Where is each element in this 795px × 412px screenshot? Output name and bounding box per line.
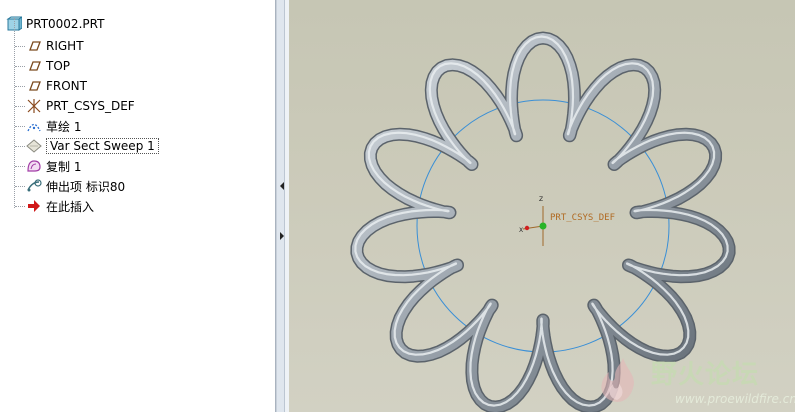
axis-x-label: X bbox=[519, 227, 523, 234]
tree-item-insert-here[interactable]: 在此插入 bbox=[26, 196, 94, 216]
watermark-text: 野火论坛 bbox=[651, 360, 760, 390]
graphics-viewport[interactable]: X Z Y PRT_CSYS_DEF 野火论坛 www.proewildfire… bbox=[289, 0, 795, 412]
tree-branch bbox=[15, 186, 25, 187]
tree-item-label: TOP bbox=[46, 59, 71, 73]
coordinate-system-icon bbox=[26, 98, 42, 114]
tree-branch bbox=[15, 106, 25, 107]
tree-item-copy[interactable]: 复制 1 bbox=[26, 156, 81, 176]
watermark: 野火论坛 www.proewildfire.cn bbox=[583, 350, 795, 412]
sketch-icon bbox=[26, 118, 42, 134]
tree-item-top[interactable]: TOP bbox=[26, 56, 70, 76]
tree-branch bbox=[15, 86, 25, 87]
csys-x-dot bbox=[524, 225, 530, 231]
expand-right-arrow-icon[interactable] bbox=[279, 232, 285, 243]
tree-item-protrusion[interactable]: 伸出项 标识80 bbox=[26, 176, 125, 196]
datum-plane-icon bbox=[26, 38, 42, 54]
coordinate-system-marker: X Z Y PRT_CSYS_DEF bbox=[519, 196, 615, 246]
insert-here-arrow-icon bbox=[26, 198, 42, 214]
tree-branch bbox=[15, 166, 25, 167]
tree-root[interactable]: PRT0002.PRT bbox=[6, 14, 104, 34]
tree-branch bbox=[15, 126, 25, 127]
csys-label: PRT_CSYS_DEF bbox=[550, 213, 615, 223]
tree-item-var-sect-sweep[interactable]: Var Sect Sweep 1 bbox=[26, 136, 159, 156]
tree-item-right[interactable]: RIGHT bbox=[26, 36, 84, 56]
tree-root-label: PRT0002.PRT bbox=[26, 17, 105, 31]
tree-item-sketch[interactable]: 草绘 1 bbox=[26, 116, 81, 136]
tree-item-label: 草绘 1 bbox=[46, 119, 82, 134]
axis-z-label: Z bbox=[539, 196, 543, 203]
tree-item-csys[interactable]: PRT_CSYS_DEF bbox=[26, 96, 135, 116]
datum-plane-icon bbox=[26, 78, 42, 94]
tree-item-label: PRT_CSYS_DEF bbox=[46, 99, 135, 113]
watermark-url: www.proewildfire.cn bbox=[675, 392, 795, 406]
tree-branch bbox=[15, 66, 25, 67]
var-sect-sweep-icon bbox=[26, 138, 42, 154]
datum-plane-icon bbox=[26, 58, 42, 74]
tree-item-label: 伸出项 标识80 bbox=[46, 179, 126, 194]
copy-feature-icon bbox=[26, 158, 42, 174]
model-tree: PRT0002.PRT RIGHT TOP FRONT PRT_CSYS_DEF… bbox=[0, 0, 276, 412]
tree-item-label: FRONT bbox=[46, 79, 87, 93]
tree-item-label: 在此插入 bbox=[46, 199, 95, 214]
panel-splitter[interactable] bbox=[276, 0, 290, 412]
tree-item-label: RIGHT bbox=[46, 39, 84, 53]
flame-logo-icon bbox=[601, 358, 634, 402]
collapse-left-arrow-icon[interactable] bbox=[279, 182, 285, 193]
tree-branch bbox=[15, 46, 25, 47]
tree-item-label: Var Sect Sweep 1 bbox=[46, 138, 159, 154]
tree-item-label: 复制 1 bbox=[46, 159, 82, 174]
tree-branch bbox=[15, 206, 25, 207]
protrusion-icon bbox=[26, 178, 42, 194]
tree-item-front[interactable]: FRONT bbox=[26, 76, 87, 96]
tree-branch bbox=[15, 146, 25, 147]
